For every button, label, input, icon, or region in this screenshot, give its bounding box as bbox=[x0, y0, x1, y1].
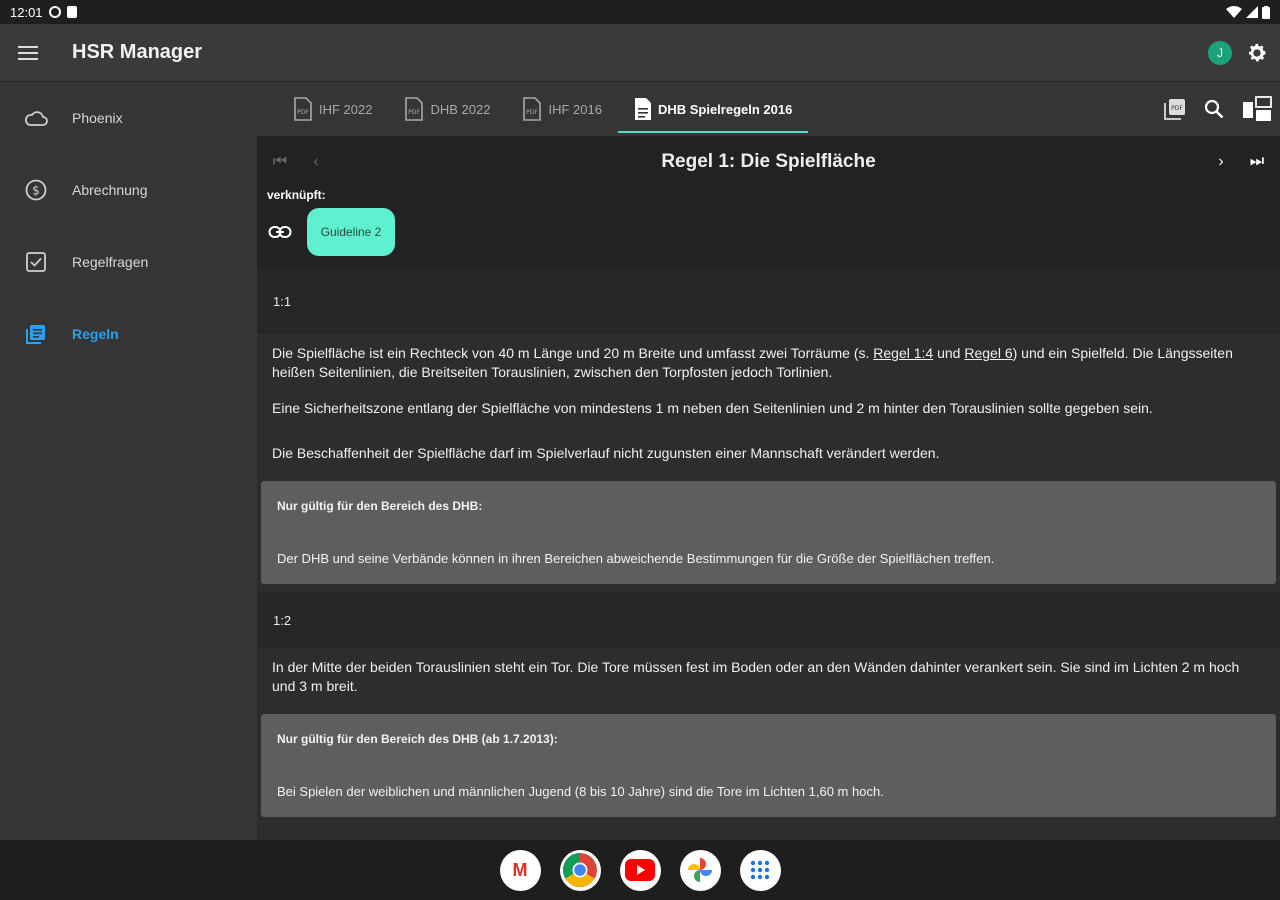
signal-icon bbox=[1246, 6, 1258, 18]
dollar-icon: $ bbox=[24, 178, 48, 202]
rule-link[interactable]: Regel 1:4 bbox=[873, 345, 933, 361]
dhb-note: Nur gültig für den Bereich des DHB (ab 1… bbox=[261, 714, 1276, 817]
battery-icon bbox=[1262, 5, 1270, 19]
wifi-icon bbox=[1226, 6, 1242, 18]
sidebar-item-regelfragen[interactable]: Regelfragen bbox=[0, 226, 257, 298]
tab-ihf-2016[interactable]: PDF IHF 2016 bbox=[506, 82, 617, 136]
status-bar: 12:01 bbox=[0, 0, 1280, 24]
svg-text:PDF: PDF bbox=[1171, 105, 1183, 112]
gmail-app-icon[interactable]: M bbox=[499, 849, 541, 891]
sidebar: Phoenix $ Abrechnung Regelfragen Regeln bbox=[0, 82, 257, 840]
avatar[interactable]: J bbox=[1208, 40, 1232, 65]
app-title: HSR Manager bbox=[72, 41, 203, 63]
cloud-icon bbox=[24, 106, 48, 130]
previous-page-icon[interactable]: ‹ bbox=[303, 149, 329, 175]
note-title: Nur gültig für den Bereich des DHB (ab 1… bbox=[277, 732, 558, 746]
tab-label: IHF 2016 bbox=[548, 101, 602, 117]
app-bar: HSR Manager J bbox=[0, 24, 1280, 82]
pdf-icon: PDF bbox=[294, 97, 312, 121]
checkbox-icon bbox=[24, 250, 48, 274]
note-text: Der DHB und seine Verbände können in ihr… bbox=[277, 551, 995, 566]
dhb-note: Nur gültig für den Bereich des DHB: Der … bbox=[261, 481, 1276, 584]
rule-text: Die Spielfläche ist ein Rechteck von 40 … bbox=[257, 334, 1280, 473]
sidebar-item-label: Phoenix bbox=[72, 110, 123, 126]
next-page-icon[interactable]: › bbox=[1208, 149, 1234, 175]
sidebar-item-phoenix[interactable]: Phoenix bbox=[0, 82, 257, 154]
status-sync-icon bbox=[48, 6, 61, 18]
youtube-app-icon[interactable] bbox=[619, 849, 661, 891]
svg-text:PDF: PDF bbox=[409, 109, 421, 116]
last-page-icon[interactable]: ⏭ bbox=[1244, 149, 1270, 175]
search-icon[interactable] bbox=[1204, 99, 1224, 119]
gear-icon[interactable] bbox=[1246, 42, 1268, 64]
document-icon bbox=[634, 98, 651, 120]
paragraph: Eine Sicherheitszone entlang der Spielfl… bbox=[272, 400, 1153, 416]
rule-link[interactable]: Regel 6 bbox=[964, 345, 1012, 361]
tab-bar: PDF IHF 2022 PDF DHB 2022 PDF IHF 2016 D… bbox=[257, 82, 1280, 136]
paragraph: Die Spielfläche ist ein Rechteck von 40 … bbox=[272, 345, 1233, 380]
tab-label: DHB 2022 bbox=[430, 101, 491, 117]
taskbar-dock: M bbox=[0, 840, 1280, 900]
sidebar-item-label: Abrechnung bbox=[72, 182, 148, 198]
pdf-icon: PDF bbox=[405, 97, 424, 121]
section-heading: 1:2 bbox=[257, 592, 1280, 648]
tab-dhb-2022[interactable]: PDF DHB 2022 bbox=[388, 82, 506, 136]
svg-text:$: $ bbox=[32, 184, 40, 198]
sidebar-item-regeln[interactable]: Regeln bbox=[0, 298, 257, 370]
book-icon bbox=[24, 322, 48, 346]
svg-text:PDF: PDF bbox=[297, 109, 309, 116]
first-page-icon[interactable]: ⏮ bbox=[267, 149, 293, 175]
chrome-app-icon[interactable] bbox=[559, 849, 601, 891]
rule-text: In der Mitte der beiden Torauslinien ste… bbox=[257, 648, 1280, 706]
tab-label: DHB Spielregeln 2016 bbox=[657, 101, 793, 117]
rule-pager: ⏮ ‹ Regel 1: Die Spielfläche › ⏭ bbox=[257, 136, 1280, 188]
paragraph: In der Mitte der beiden Torauslinien ste… bbox=[272, 659, 1240, 694]
guideline-chip[interactable]: Guideline 2 bbox=[307, 208, 395, 256]
pdf-icon: PDF bbox=[523, 97, 542, 121]
linked-section: verknüpft: Guideline 2 bbox=[257, 188, 1280, 268]
status-clipboard-icon bbox=[66, 6, 77, 18]
svg-text:PDF: PDF bbox=[527, 109, 539, 116]
sidebar-item-label: Regeln bbox=[72, 326, 119, 342]
tab-label: IHF 2022 bbox=[319, 101, 373, 117]
sidebar-item-abrechnung[interactable]: $ Abrechnung bbox=[0, 154, 257, 226]
photos-app-icon[interactable] bbox=[679, 849, 721, 891]
sidebar-item-label: Regelfragen bbox=[72, 254, 149, 270]
tab-dhb-spielregeln-2016[interactable]: DHB Spielregeln 2016 bbox=[617, 82, 809, 136]
pdf-view-icon[interactable]: PDF bbox=[1164, 98, 1186, 120]
note-text: Bei Spielen der weiblichen und männliche… bbox=[277, 784, 884, 799]
link-icon bbox=[267, 219, 293, 245]
split-view-icon[interactable] bbox=[1242, 96, 1272, 122]
linked-label: verknüpft: bbox=[267, 188, 326, 202]
rule-title: Regel 1: Die Spielfläche bbox=[661, 151, 876, 172]
main-content: PDF IHF 2022 PDF DHB 2022 PDF IHF 2016 D… bbox=[257, 82, 1280, 840]
paragraph: Die Beschaffenheit der Spielfläche darf … bbox=[272, 445, 940, 461]
status-time: 12:01 bbox=[10, 4, 43, 20]
note-title: Nur gültig für den Bereich des DHB: bbox=[277, 499, 483, 513]
section-heading: 1:1 bbox=[257, 268, 1280, 334]
app-drawer-icon[interactable] bbox=[739, 849, 781, 891]
tab-ihf-2022[interactable]: PDF IHF 2022 bbox=[277, 82, 388, 136]
menu-icon[interactable] bbox=[0, 24, 56, 82]
